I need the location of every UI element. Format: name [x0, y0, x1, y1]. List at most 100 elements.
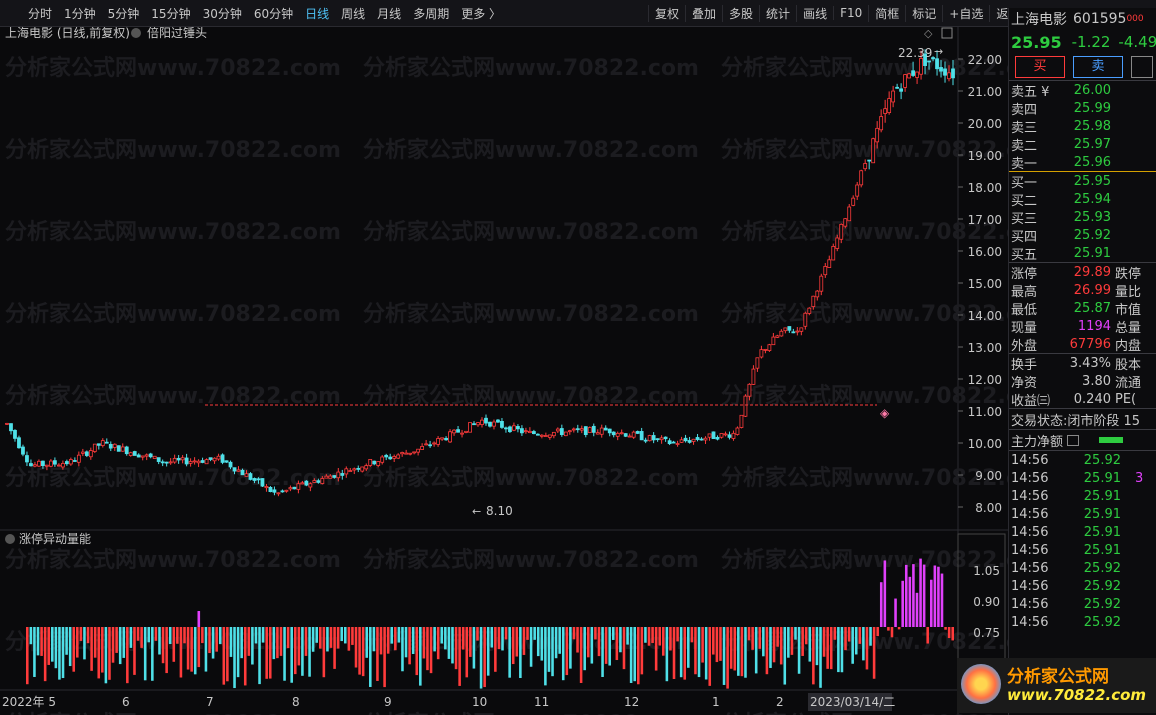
volume-bar [683, 627, 687, 680]
tool-button[interactable]: 标记 [905, 4, 942, 22]
timeframe-tab[interactable]: 30分钟 [197, 5, 248, 22]
tool-button[interactable]: 统计 [759, 4, 796, 22]
tool-button[interactable]: 叠加 [685, 4, 722, 22]
volume-bar [286, 627, 290, 649]
volume-bar [815, 627, 819, 666]
candle-body [60, 463, 65, 468]
volume-bar [158, 627, 161, 655]
volume-bar [419, 627, 422, 686]
candle-body [492, 421, 496, 427]
volume-bar [597, 627, 601, 657]
tool-button[interactable]: 复权 [648, 4, 685, 22]
timeframe-tab[interactable]: 分时 [22, 5, 58, 22]
candle-body [855, 184, 860, 197]
candle-body [787, 326, 792, 331]
sell-button[interactable]: 卖 [1073, 56, 1123, 78]
quote-label: 收益㈢ [1011, 393, 1051, 409]
tick-time: 14:56 [1011, 506, 1049, 522]
tick-time: 14:56 [1011, 542, 1049, 558]
candle-body [45, 464, 49, 467]
timeframe-tab[interactable]: 多周期 [407, 5, 455, 22]
candle-body [356, 467, 361, 470]
tool-button[interactable]: 多股 [722, 4, 759, 22]
candle-body [727, 434, 732, 438]
volume-bar [762, 627, 765, 657]
candle-body [875, 127, 880, 143]
candle-body [396, 454, 401, 459]
volume-bar [279, 627, 283, 656]
ask-list: 卖五 ¥ 26.00 卖四 25.99 卖三 25.98 卖二 25.97 卖一 25.96 [1009, 80, 1156, 172]
quote-label: 买五 [1011, 247, 1038, 263]
timeframe-tab[interactable]: 15分钟 [145, 5, 196, 22]
volume-bar [804, 627, 808, 645]
timeframe-tab[interactable]: 1分钟 [58, 5, 102, 22]
candle-body [84, 451, 89, 456]
more-button[interactable] [1131, 56, 1153, 78]
quote-label: 卖一 [1011, 156, 1038, 172]
tick-price: 25.92 [1083, 614, 1121, 630]
price-tick-label: 8.00 [975, 501, 1002, 515]
volume-bar [561, 627, 565, 681]
volume-bar [411, 627, 415, 654]
indicator-toggle-icon[interactable] [131, 28, 141, 38]
volume-bar [694, 627, 697, 675]
sub-tick-label: 0.75 [973, 626, 1000, 640]
timeframe-tab[interactable]: 5分钟 [102, 5, 146, 22]
volume-bar [515, 627, 519, 657]
time-tick-label: 12 [624, 695, 639, 709]
price-tick-label: 21.00 [968, 85, 1002, 99]
volume-bar [29, 627, 33, 645]
tool-button[interactable]: +自选 [942, 4, 989, 22]
candle-body [679, 439, 684, 443]
candle-body [144, 454, 149, 457]
candle-body [951, 68, 955, 79]
candle-body [156, 457, 161, 462]
candle-body [611, 431, 616, 436]
tick-row: 14:56 25.92 [1009, 451, 1156, 469]
tool-button[interactable]: F10 [833, 6, 868, 20]
volume-bar [143, 627, 147, 681]
volume-bar [147, 627, 151, 643]
volume-bar [904, 564, 908, 627]
sub-indicator-toggle-icon[interactable] [5, 534, 15, 544]
watermark-text: 分析家公式网www.70822.com [721, 219, 1008, 245]
volume-bar [326, 627, 329, 652]
quote-extra: 跌停 [1115, 266, 1142, 282]
candle-body [939, 67, 943, 72]
volume-bar [208, 627, 211, 654]
volume-bar [862, 627, 865, 661]
volume-bar [354, 627, 358, 668]
time-tick-label: 6 [122, 695, 130, 709]
tool-button[interactable]: 画线 [796, 4, 833, 22]
volume-bar [772, 627, 776, 663]
buy-button[interactable]: 买 [1015, 56, 1065, 78]
timeframe-tab[interactable]: 月线 [371, 5, 407, 22]
volume-bar [68, 627, 72, 667]
quote-label: 卖二 [1011, 138, 1038, 154]
timeframe-tab[interactable]: 60分钟 [248, 5, 299, 22]
candle-body [619, 432, 624, 435]
volume-bar [819, 627, 822, 688]
candle-body [504, 427, 508, 430]
candle-body [695, 437, 700, 440]
volume-bar [722, 627, 726, 685]
timeframe-tab[interactable]: 周线 [335, 5, 371, 22]
candle-body [56, 464, 61, 467]
candle-body [607, 428, 612, 434]
kline-chart[interactable]: 分析家公式网www.70822.com 分析家公式网www.70822.com 分析… [0, 27, 1008, 715]
candle-body [759, 349, 764, 358]
candle-body [472, 423, 476, 426]
candle-body [100, 440, 105, 446]
list-icon[interactable] [1067, 434, 1080, 446]
volume-bar [311, 627, 315, 652]
quote-row: 卖二 25.97 [1009, 135, 1156, 154]
timeframe-tab[interactable]: 日线 [299, 5, 335, 22]
candle-body [903, 74, 908, 88]
watermark-text: 分析家公式网www.70822.com [363, 55, 699, 81]
timeframe-tab[interactable]: 更多 〉 [455, 5, 507, 22]
candle-body [643, 439, 648, 442]
tool-button[interactable]: 简框 [868, 4, 905, 22]
candle-body [360, 466, 365, 472]
volume-bar [894, 598, 897, 627]
diamond-icon[interactable]: ◇ [924, 27, 933, 40]
